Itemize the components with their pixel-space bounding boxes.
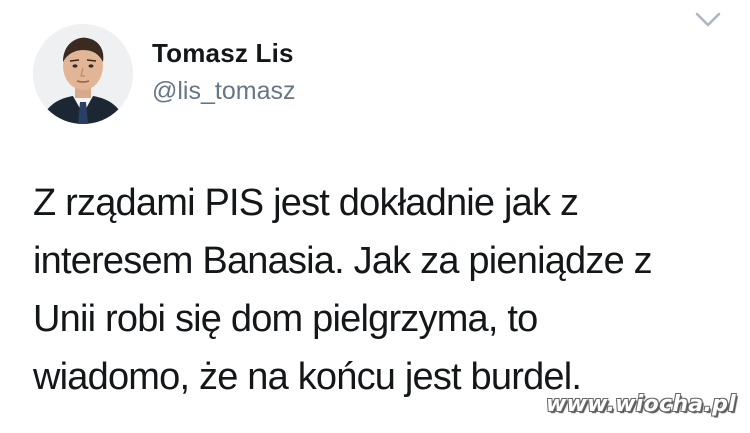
tweet-text-line: interesem Banasia. Jak za pieniądze z: [33, 240, 653, 282]
avatar[interactable]: [33, 24, 133, 124]
tweet-text: Z rządami PIS jest dokładnie jak z inter…: [33, 174, 723, 406]
profile-photo-icon: [33, 24, 133, 124]
chevron-down-icon[interactable]: [693, 9, 723, 31]
author-name[interactable]: Tomasz Lis: [152, 38, 294, 68]
tweet-card: Tomasz Lis @lis_tomasz Z rządami PIS jes…: [0, 0, 750, 433]
author-handle[interactable]: @lis_tomasz: [152, 76, 295, 106]
tweet-text-line: Unii robi się dom pielgrzyma, to: [33, 298, 538, 340]
tweet-text-line: Z rządami PIS jest dokładnie jak z: [33, 182, 579, 224]
watermark: www.wiocha.pl: [546, 392, 736, 417]
